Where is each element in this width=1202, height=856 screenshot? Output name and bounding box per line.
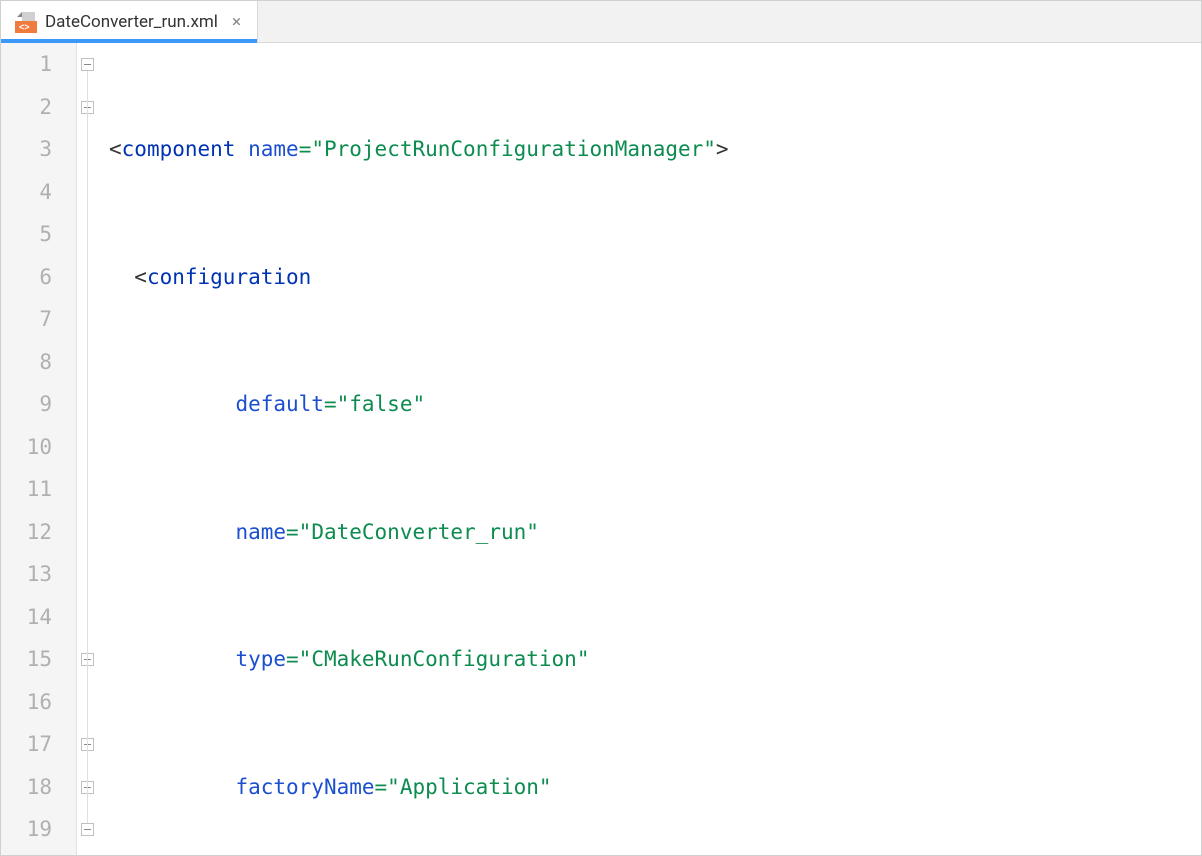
line-number: 8: [1, 341, 52, 384]
code-line: type="CMakeRunConfiguration": [103, 638, 1201, 681]
code-line: factoryName="Application": [103, 766, 1201, 809]
code-line: <component name="ProjectRunConfiguration…: [103, 128, 1201, 171]
tab-bar: <> DateConverter_run.xml ×: [1, 1, 1201, 43]
line-number: 13: [1, 553, 52, 596]
line-number: 15: [1, 638, 52, 681]
line-number: 6: [1, 256, 52, 299]
editor[interactable]: 12345678910111213141516171819 <component…: [1, 43, 1201, 855]
line-number: 7: [1, 298, 52, 341]
line-number: 4: [1, 171, 52, 214]
line-number: 1: [1, 43, 52, 86]
fold-guide: [87, 71, 88, 823]
line-number: 19: [1, 808, 52, 851]
line-number: 12: [1, 511, 52, 554]
svg-text:<>: <>: [19, 22, 30, 32]
code-line: <configuration: [103, 256, 1201, 299]
line-number: 11: [1, 468, 52, 511]
file-tab[interactable]: <> DateConverter_run.xml ×: [1, 1, 258, 42]
line-number: 9: [1, 383, 52, 426]
line-number: 2: [1, 86, 52, 129]
line-number: 17: [1, 723, 52, 766]
line-number: 18: [1, 766, 52, 809]
line-number: 3: [1, 128, 52, 171]
line-number: 16: [1, 681, 52, 724]
code-line: name="DateConverter_run": [103, 511, 1201, 554]
line-number: 14: [1, 596, 52, 639]
fold-toggle-icon[interactable]: [81, 58, 94, 71]
fold-column: [77, 43, 103, 855]
code-line: default="false": [103, 383, 1201, 426]
tab-filename: DateConverter_run.xml: [45, 12, 218, 32]
line-number: 10: [1, 426, 52, 469]
close-icon[interactable]: ×: [230, 12, 243, 32]
line-number-gutter: 12345678910111213141516171819: [1, 43, 77, 855]
line-number: 5: [1, 213, 52, 256]
fold-toggle-icon[interactable]: [81, 823, 94, 836]
xml-file-icon: <>: [15, 11, 37, 33]
code-area[interactable]: <component name="ProjectRunConfiguration…: [103, 43, 1201, 855]
